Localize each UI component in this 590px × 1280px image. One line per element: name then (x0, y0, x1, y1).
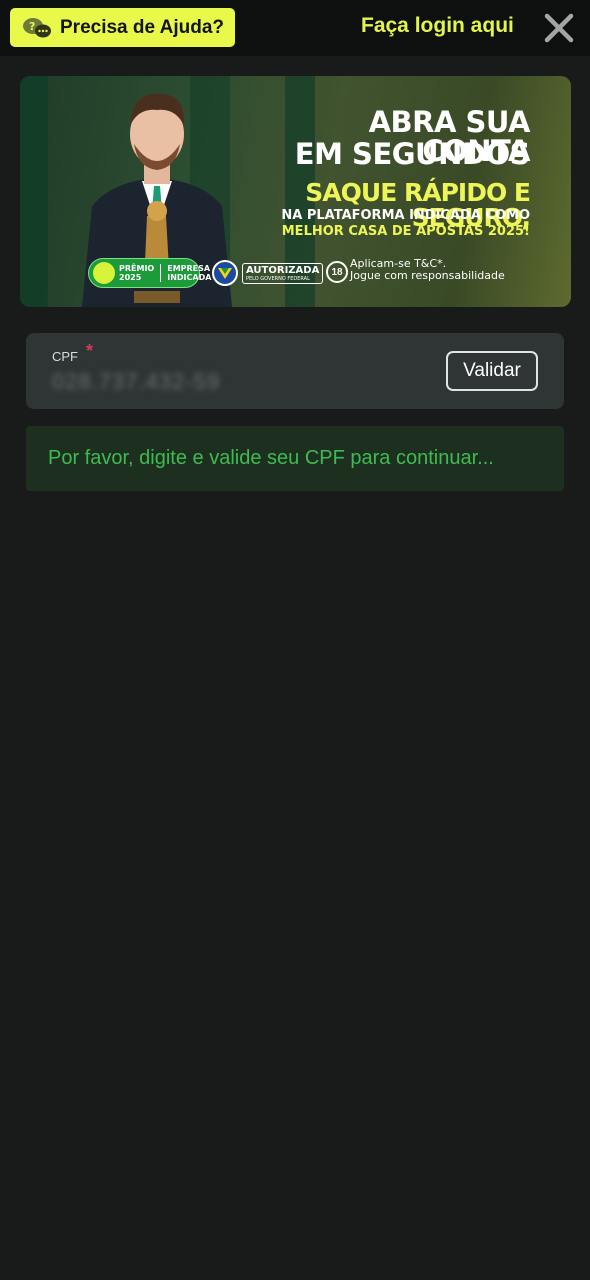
cpf-input[interactable]: 028.737.432-59 (52, 369, 220, 395)
award-logo-icon (93, 262, 115, 284)
required-asterisk: * (86, 341, 94, 361)
validate-button[interactable]: Validar (446, 351, 538, 391)
award-badge: PRÊMIO 2025 EMPRESA INDICADA (88, 258, 211, 288)
responsibility-notice: Aplicam-se T&C*. Jogue com responsabilid… (350, 258, 505, 282)
company-badge-label: EMPRESA (167, 264, 211, 273)
age-restriction-icon: 18 (326, 261, 348, 283)
banner-curtain (20, 76, 48, 307)
banner-headline-2: EM SEGUNDOS (294, 137, 531, 171)
notice-text: Por favor, digite e valide seu CPF para … (48, 447, 494, 469)
login-link[interactable]: Faça login aqui (361, 14, 514, 38)
banner-subheadline-3: MELHOR CASA DE APOSTAS 2025! (281, 224, 530, 239)
promo-banner[interactable]: ABRA SUA CONTA EM SEGUNDOS SAQUE RÁPIDO … (20, 76, 571, 307)
award-badge-label: PRÊMIO (119, 264, 155, 273)
government-seal-icon (212, 260, 238, 286)
company-badge-sub: INDICADA (167, 273, 212, 282)
close-icon[interactable] (543, 12, 575, 44)
cpf-field-card: CPF * 028.737.432-59 Validar (26, 333, 564, 409)
chat-question-icon: ? (22, 16, 52, 40)
top-bar: ? Precisa de Ajuda? Faça login aqui (0, 0, 590, 56)
help-button[interactable]: ? Precisa de Ajuda? (10, 8, 235, 47)
cpf-label: CPF (52, 349, 78, 364)
help-button-label: Precisa de Ajuda? (60, 16, 225, 38)
award-badge-year: 2025 (119, 273, 142, 282)
authorized-badge-sub: PELO GOVERNO FEDERAL (246, 275, 310, 282)
banner-subheadline-2: NA PLATAFORMA INDICADA COMO (281, 208, 530, 223)
authorized-badge-label: AUTORIZADA (246, 264, 320, 276)
authorized-badge: AUTORIZADA PELO GOVERNO FEDERAL (212, 259, 324, 287)
cpf-notice-message: Por favor, digite e valide seu CPF para … (26, 426, 564, 491)
responsible-gaming-text: Jogue com responsabilidade (350, 269, 505, 282)
svg-text:?: ? (29, 20, 35, 33)
